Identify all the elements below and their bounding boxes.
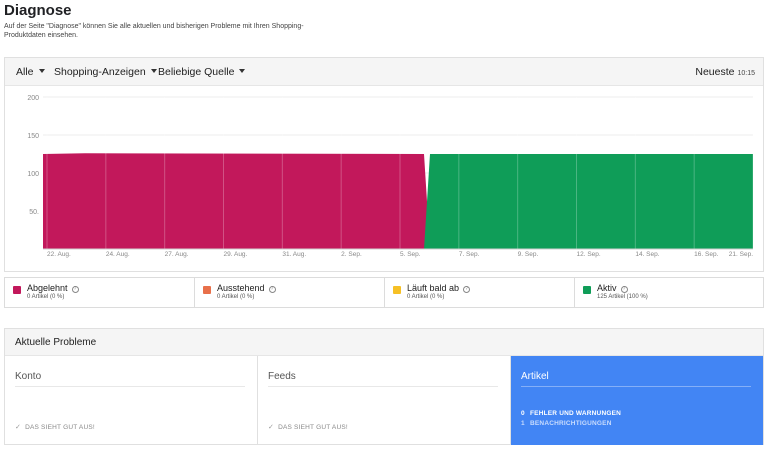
x-tick-label: 22. Aug. — [47, 251, 71, 258]
divider — [15, 386, 245, 387]
chart-card: Alle Shopping-Anzeigen Beliebige Quelle … — [4, 57, 764, 272]
y-tick-label: 200 — [27, 95, 39, 102]
type-filter-dropdown[interactable]: Shopping-Anzeigen — [54, 66, 157, 78]
x-tick-label: 12. Sep. — [577, 251, 601, 258]
page-description: Auf der Seite "Diagnose" können Sie alle… — [4, 23, 304, 39]
legend-count: 0 Artikel (0 %) — [217, 294, 255, 300]
sort-time: 10:15 — [737, 70, 755, 77]
y-tick-label: 50. — [29, 209, 39, 216]
problems-header: Aktuelle Probleme — [5, 329, 763, 356]
legend-swatch — [13, 286, 21, 294]
notifications-link[interactable]: 1 BENACHRICHTIGUNGEN — [521, 420, 612, 427]
panel-title: Artikel — [521, 371, 549, 382]
legend-item-ausstehend[interactable]: Ausstehend? 0 Artikel (0 %) — [195, 278, 385, 307]
sort-label: Neueste — [695, 66, 735, 78]
legend-item-aktiv[interactable]: Aktiv? 125 Artikel (100 %) — [575, 278, 763, 307]
help-icon[interactable]: ? — [268, 286, 276, 293]
x-tick-label: 31. Aug. — [282, 251, 306, 258]
legend-label: Abgelehnt — [27, 283, 68, 293]
x-tick-label: 14. Sep. — [635, 251, 659, 258]
divider — [521, 386, 751, 387]
legend-count: 0 Artikel (0 %) — [27, 294, 65, 300]
divider — [268, 386, 498, 387]
y-tick-label: 100 — [27, 171, 39, 178]
caret-down-icon — [150, 69, 157, 73]
current-problems-card: Aktuelle Probleme Konto ✓ DAS SIEHT GUT A… — [4, 328, 764, 445]
legend-swatch — [393, 286, 401, 294]
panel-title: Feeds — [268, 371, 296, 382]
help-icon[interactable]: ? — [620, 286, 628, 293]
filter-bar: Alle Shopping-Anzeigen Beliebige Quelle … — [5, 58, 763, 86]
x-tick-label: 16. Sep. — [694, 251, 718, 258]
x-tick-label: 27. Aug. — [165, 251, 189, 258]
notifications-label: BENACHRICHTIGUNGEN — [530, 420, 612, 427]
scope-filter-dropdown[interactable]: Alle — [16, 66, 45, 78]
legend-label: Läuft bald ab — [407, 283, 460, 293]
legend-label: Aktiv — [597, 283, 617, 293]
legend-item-laeuft-bald-ab[interactable]: Läuft bald ab? 0 Artikel (0 %) — [385, 278, 575, 307]
errors-warnings-link[interactable]: 0 FEHLER UND WARNUNGEN — [521, 410, 621, 417]
caret-down-icon — [239, 69, 246, 73]
notifications-count: 1 — [521, 420, 525, 427]
legend-swatch — [583, 286, 591, 294]
legend-swatch — [203, 286, 211, 294]
status-ok: ✓ DAS SIEHT GUT AUS! — [15, 423, 95, 431]
x-tick-label: 2. Sep. — [341, 251, 362, 258]
x-tick-label: 29. Aug. — [224, 251, 248, 258]
scope-filter-label: Alle — [16, 66, 34, 78]
caret-down-icon — [38, 69, 45, 73]
source-filter-dropdown[interactable]: Beliebige Quelle — [158, 66, 246, 78]
source-filter-label: Beliebige Quelle — [158, 66, 235, 78]
chart-legend: Abgelehnt? 0 Artikel (0 %) Ausstehend? 0… — [4, 277, 764, 308]
help-icon[interactable]: ? — [71, 286, 79, 293]
type-filter-label: Shopping-Anzeigen — [54, 66, 146, 78]
x-tick-label: 9. Sep. — [518, 251, 539, 258]
x-tick-label: 7. Sep. — [459, 251, 480, 258]
panel-title: Konto — [15, 371, 42, 382]
legend-item-abgelehnt[interactable]: Abgelehnt? 0 Artikel (0 %) — [5, 278, 195, 307]
panel-konto[interactable]: Konto ✓ DAS SIEHT GUT AUS! — [5, 356, 258, 445]
status-ok: ✓ DAS SIEHT GUT AUS! — [268, 423, 348, 431]
check-icon: ✓ — [268, 424, 275, 431]
check-icon: ✓ — [15, 424, 22, 431]
legend-count: 125 Artikel (100 %) — [597, 294, 648, 300]
legend-count: 0 Artikel (0 %) — [407, 294, 445, 300]
errors-count: 0 — [521, 410, 525, 417]
legend-label: Ausstehend — [217, 283, 265, 293]
status-ok-label: DAS SIEHT GUT AUS! — [278, 424, 348, 431]
x-tick-label: 24. Aug. — [106, 251, 130, 258]
y-tick-label: 150 — [27, 133, 39, 140]
sort-selector[interactable]: Neueste 10:15 — [695, 66, 755, 78]
status-area-chart: 50. 100 150 200 22. Aug. 24. Aug. 27. Aug. 29. … — [27, 95, 754, 258]
x-tick-label: 21. Sep. — [729, 251, 753, 258]
problems-title: Aktuelle Probleme — [15, 337, 97, 348]
panel-artikel[interactable]: Artikel 0 FEHLER UND WARNUNGEN 1 BENACHRIC… — [511, 356, 763, 445]
page-title: Diagnose — [4, 2, 72, 19]
panel-feeds[interactable]: Feeds ✓ DAS SIEHT GUT AUS! — [258, 356, 511, 445]
status-ok-label: DAS SIEHT GUT AUS! — [25, 424, 95, 431]
errors-label: FEHLER UND WARNUNGEN — [530, 410, 622, 417]
help-icon[interactable]: ? — [463, 286, 471, 293]
x-tick-label: 5. Sep. — [400, 251, 421, 258]
